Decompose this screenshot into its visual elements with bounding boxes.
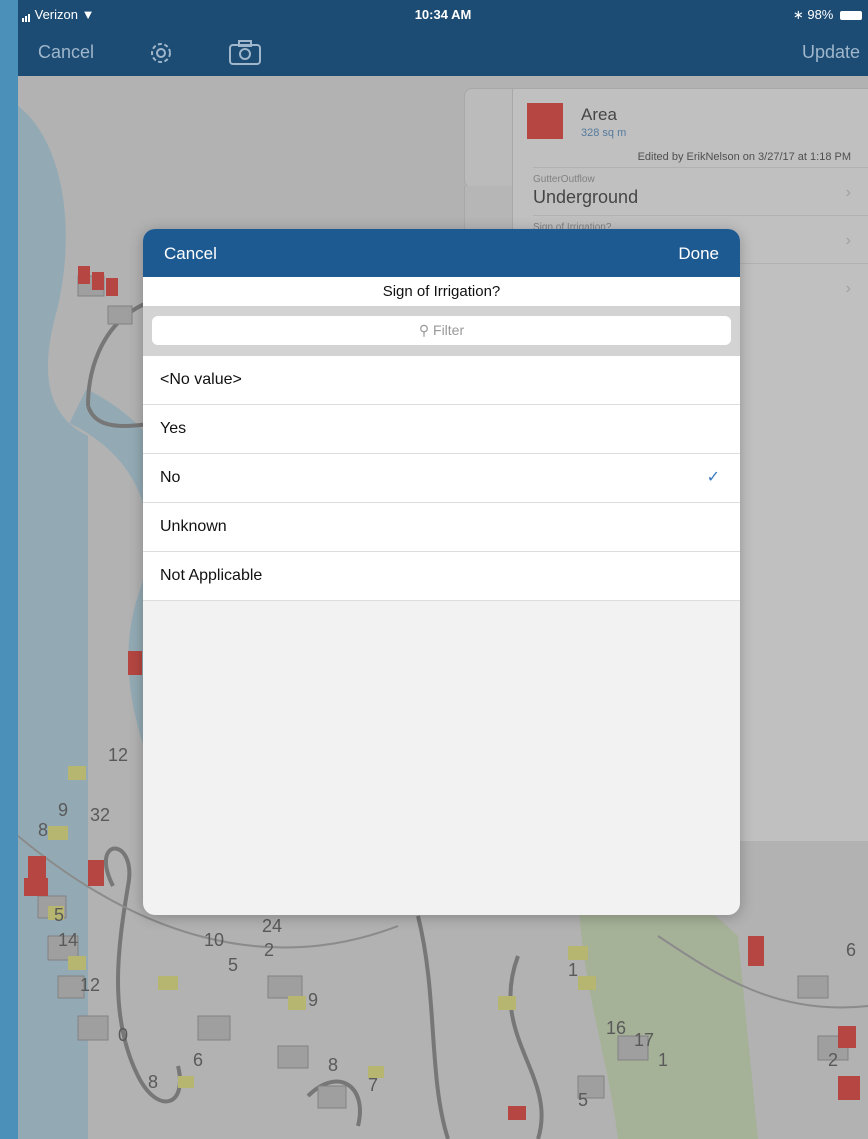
option-label: Not Applicable	[160, 567, 263, 584]
gear-icon[interactable]	[146, 38, 176, 73]
filter-placeholder: Filter	[433, 322, 465, 338]
cancel-button[interactable]: Cancel	[38, 42, 94, 63]
option-not-applicable[interactable]: Not Applicable	[143, 552, 740, 601]
picker-title: Sign of Irrigation?	[143, 277, 740, 306]
option-list: <No value> Yes No ✓ Unknown Not Applicabl…	[143, 356, 740, 601]
filter-bar: ⚲ Filter	[143, 306, 740, 356]
option-unknown[interactable]: Unknown	[143, 503, 740, 552]
device-screen: 12 9 8 32 5 14 12 0 6 8 10 5 24 2 9 8 7 …	[18, 0, 868, 1139]
search-icon: ⚲	[418, 322, 430, 338]
status-battery: ∗ 98%	[793, 7, 862, 23]
option-label: <No value>	[160, 371, 242, 388]
option-no-value[interactable]: <No value>	[143, 356, 740, 405]
option-yes[interactable]: Yes	[143, 405, 740, 454]
option-label: Unknown	[160, 518, 227, 535]
option-label: No	[160, 469, 181, 486]
battery-label: 98%	[807, 7, 834, 22]
value-picker-modal: Cancel Done Sign of Irrigation? ⚲ Filter…	[143, 229, 740, 915]
camera-icon[interactable]	[228, 40, 262, 71]
option-label: Yes	[160, 420, 187, 437]
top-bar: Verizon ▼ 10:34 AM ∗ 98% Cancel Update	[18, 0, 868, 76]
update-button[interactable]: Update	[802, 42, 860, 63]
picker-done-button[interactable]: Done	[678, 244, 719, 264]
modal-header: Cancel Done	[143, 229, 740, 277]
bluetooth-icon: ∗	[792, 7, 804, 22]
status-time: 10:34 AM	[414, 7, 472, 22]
battery-icon	[840, 11, 862, 21]
filter-input[interactable]: ⚲ Filter	[152, 316, 731, 345]
picker-cancel-button[interactable]: Cancel	[164, 244, 217, 264]
checkmark-icon: ✓	[706, 469, 720, 486]
option-no[interactable]: No ✓	[143, 454, 740, 503]
